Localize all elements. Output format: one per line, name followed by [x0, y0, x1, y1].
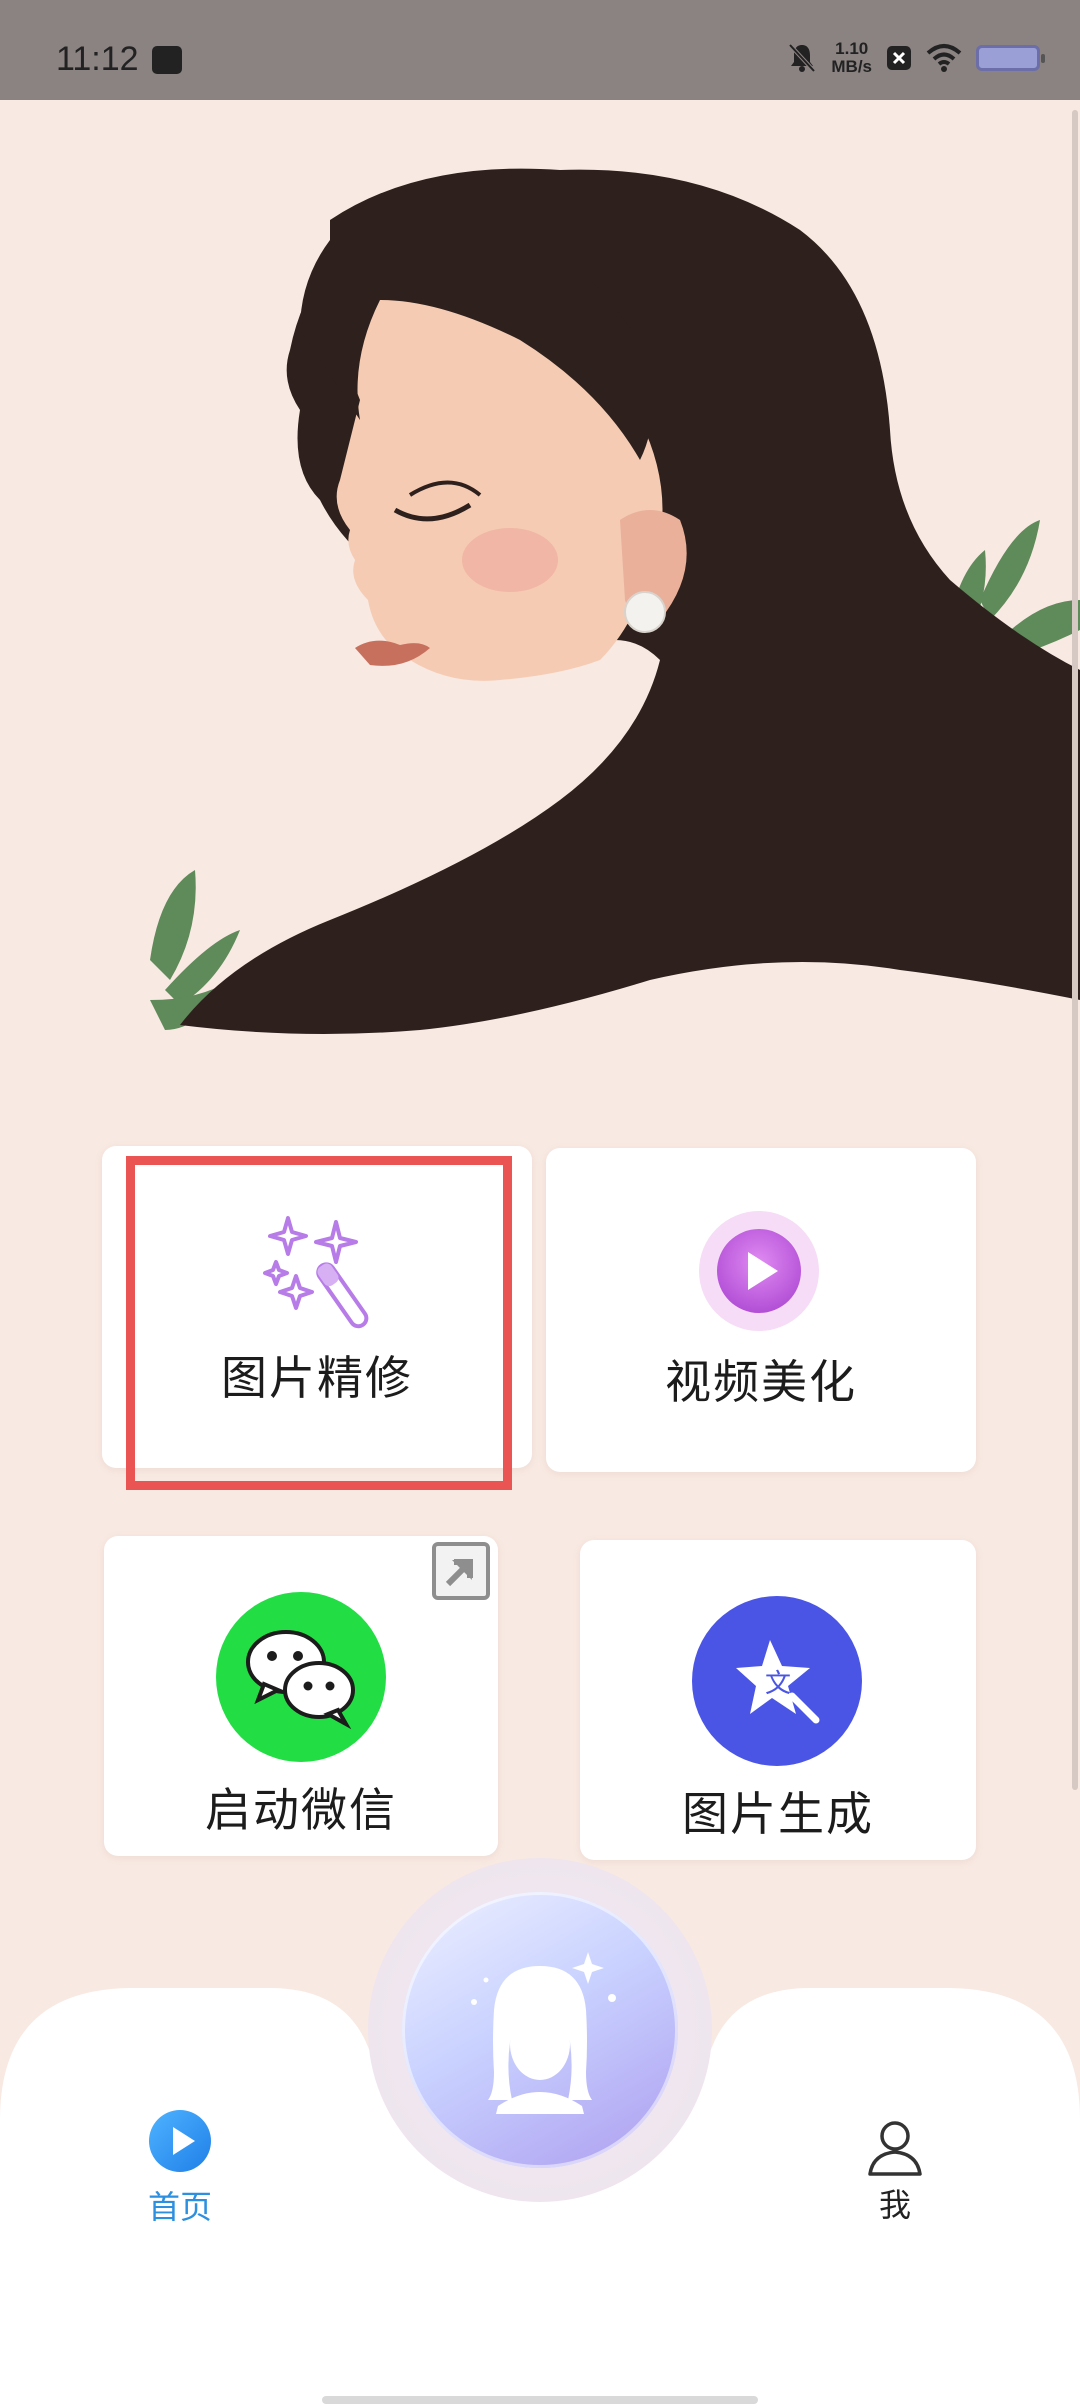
- nav-home[interactable]: 首页: [130, 2110, 230, 2228]
- network-speed: 1.10 MB/s: [831, 40, 872, 76]
- svg-text:文: 文: [765, 1669, 791, 1699]
- play-home-icon: [149, 2110, 211, 2172]
- network-speed-value: 1.10: [835, 39, 869, 58]
- feature-label: 启动微信: [205, 1783, 397, 1837]
- nav-me-label: 我: [878, 2186, 911, 2224]
- play-circle-icon: [699, 1211, 819, 1331]
- pearl-earring: [624, 591, 666, 633]
- wifi-icon: [926, 43, 962, 73]
- hero-illustration: [150, 168, 1080, 1035]
- close-box-icon: [886, 44, 912, 72]
- star-translate-icon: 文: [692, 1596, 862, 1766]
- home-indicator[interactable]: [322, 2396, 758, 2404]
- notification-bag-icon: [152, 46, 182, 74]
- nav-home-label: 首页: [147, 2188, 212, 2226]
- mute-bell-icon: [787, 42, 817, 74]
- feature-card-video-beautify[interactable]: 视频美化: [546, 1148, 976, 1472]
- network-speed-unit: MB/s: [831, 57, 872, 76]
- shortcut-arrow-icon: [432, 1542, 490, 1600]
- wechat-icon: [216, 1592, 386, 1762]
- nav-me[interactable]: 我: [850, 2118, 940, 2226]
- status-icons: 1.10 MB/s: [787, 38, 1045, 78]
- person-icon: [868, 2121, 922, 2176]
- highlight-frame: [126, 1156, 512, 1490]
- feature-label: 图片生成: [682, 1787, 874, 1841]
- status-bar: 11:12 1.10 MB/s: [0, 0, 1080, 100]
- woman-avatar-icon: [471, 1952, 616, 2114]
- scrollbar[interactable]: [1072, 110, 1078, 1790]
- battery-icon: [976, 45, 1045, 71]
- center-avatar-button[interactable]: [402, 1892, 678, 2168]
- feature-card-image-generate[interactable]: 文 图片生成: [580, 1540, 976, 1860]
- feature-label: 视频美化: [665, 1355, 857, 1409]
- status-time: 11:12: [56, 40, 139, 78]
